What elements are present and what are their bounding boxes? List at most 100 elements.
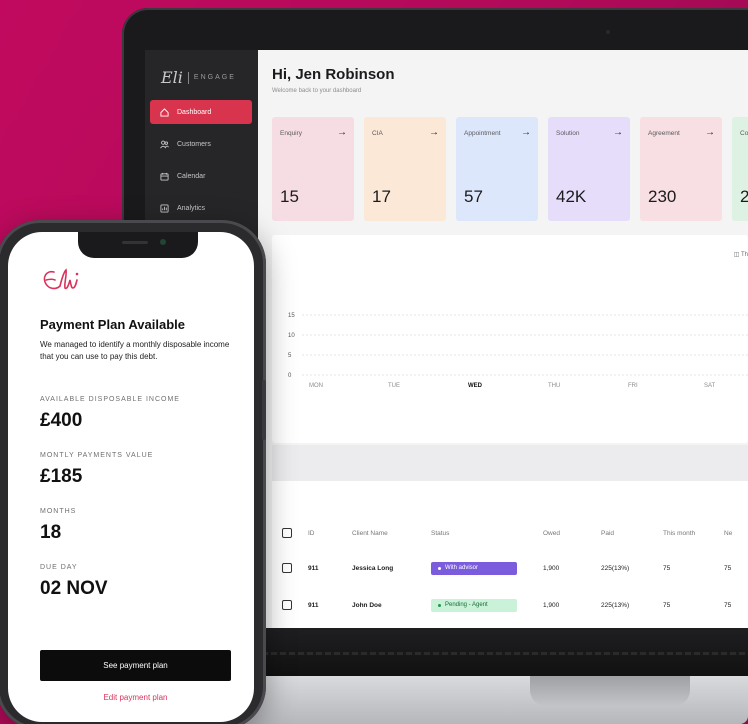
field-label: DUE DAY [40,564,78,571]
sidebar-item-calendar[interactable]: Calendar [150,164,252,188]
y-tick-label: 5 [288,353,292,359]
stat-card-value: 15 [280,187,299,206]
stat-cards: Enquiry → 15 CIA → 17 Appointment → 57 S… [272,117,748,221]
stat-card-value: 57 [464,187,483,206]
status-badge-label: Pending - Agent [445,602,488,608]
arrow-right-icon[interactable]: → [705,127,715,138]
col-status[interactable]: Status [431,530,449,537]
field-value: £400 [40,410,83,431]
field-label: MONTLY PAYMENTS VALUE [40,452,154,459]
table-row[interactable]: 911 John Doe Pending - Agent 1,900 225(1… [272,595,748,615]
stat-card-label: Co [740,130,748,137]
sidebar-nav: Dashboard Customers Calendar Analytics [150,100,252,228]
sidebar-item-label: Customers [177,140,211,148]
stat-card-value: 2 [740,187,748,206]
stat-card-completed[interactable]: Co 2 [732,117,748,221]
engage-logo[interactable]: Eli ENGAGE [161,68,236,87]
logo-script: Eli [161,68,183,87]
sidebar-item-customers[interactable]: Customers [150,132,252,156]
sidebar-item-dashboard[interactable]: Dashboard [150,100,252,124]
col-id[interactable]: ID [308,530,315,537]
laptop-base [190,676,748,724]
activity-chart: 15 10 5 0 MON TUE WED THU FRI SAT [288,313,748,389]
row-checkbox[interactable] [282,600,292,610]
see-payment-plan-button[interactable]: See payment plan [40,650,231,681]
sidebar-item-analytics[interactable]: Analytics [150,196,252,220]
phone-notch [78,232,198,258]
sidebar-item-label: Dashboard [177,108,212,116]
stat-card-value: 17 [372,187,391,206]
sidebar-item-label: Calendar [177,172,206,180]
x-tick-label: THU [548,383,560,389]
status-badge: With advisor [431,561,517,575]
cell-this-month: 75 [663,601,671,609]
stat-card-label: CIA [372,130,383,137]
activity-chart-panel: ◫ Th 15 10 5 0 MON TUE WED THU FRI SAT [272,235,748,443]
stat-card-label: Agreement [648,130,680,137]
eli-logo [40,266,88,303]
select-all-checkbox[interactable] [282,528,292,538]
table-row[interactable]: 911 Jessica Long With advisor 1,900 225(… [272,558,748,578]
col-next[interactable]: Ne [724,530,732,537]
y-tick-label: 0 [288,373,292,379]
stat-card-enquiry[interactable]: Enquiry → 15 [272,117,354,221]
col-paid[interactable]: Paid [601,530,614,537]
cell-this-month: 75 [663,564,671,572]
stat-card-label: Enquiry [280,130,303,137]
cell-next: 75 [724,601,732,609]
field-label: AVAILABLE DISPOSABLE INCOME [40,396,180,403]
page-subtitle: Welcome back to your dashboard [272,88,362,94]
cell-owed: 1,900 [543,564,560,572]
arrow-right-icon[interactable]: → [521,127,531,138]
col-this-month[interactable]: This month [663,530,695,537]
analytics-icon [160,203,169,213]
col-owed[interactable]: Owed [543,530,560,537]
table-toolbar [272,445,748,481]
x-tick-label: FRI [628,383,638,389]
edit-payment-plan-link[interactable]: Edit payment plan [40,693,231,702]
field-value: £185 [40,466,83,487]
stat-card-label: Appointment [464,130,501,137]
phone-screen: Payment Plan Available We managed to ide… [8,232,254,722]
cell-id: 911 [308,564,319,572]
field-label: MONTHS [40,508,77,515]
stat-card-appointment[interactable]: Appointment → 57 [456,117,538,221]
payment-plan-description: We managed to identify a monthly disposa… [40,340,230,361]
stat-card-agreement[interactable]: Agreement → 230 [640,117,722,221]
col-client-name[interactable]: Client Name [352,530,388,537]
arrow-right-icon[interactable]: → [613,127,623,138]
stat-card-solution[interactable]: Solution → 42K [548,117,630,221]
status-badge: Pending - Agent [431,598,517,612]
arrow-right-icon[interactable]: → [337,127,347,138]
payment-plan-title: Payment Plan Available [40,317,185,332]
calendar-icon [160,172,169,181]
phone-side-button [262,380,266,440]
status-badge-label: With advisor [445,565,479,571]
cell-owed: 1,900 [543,601,560,609]
sidebar-item-label: Analytics [177,204,206,212]
cell-client-name[interactable]: Jessica Long [352,565,393,572]
arrow-right-icon[interactable]: → [429,127,439,138]
greeting: Hi, Jen Robinson Welcome back to your da… [272,66,395,94]
stat-card-label: Solution [556,130,580,137]
page-title: Hi, Jen Robinson [272,66,395,83]
phone-frame: Payment Plan Available We managed to ide… [0,220,266,724]
cell-client-name[interactable]: John Doe [352,602,382,609]
cell-paid: 225(13%) [601,564,630,572]
y-tick-label: 15 [288,313,295,319]
x-tick-label: TUE [388,383,400,389]
field-value: 18 [40,522,62,543]
x-tick-label: WED [468,383,483,389]
cell-paid: 225(13%) [601,601,630,609]
x-tick-label: MON [309,383,323,389]
stat-card-value: 230 [648,187,677,206]
row-checkbox[interactable] [282,563,292,573]
dashboard-main: Hi, Jen Robinson Welcome back to your da… [258,50,748,628]
logo-engage: ENGAGE [193,74,236,81]
laptop-camera [606,30,610,34]
y-tick-label: 10 [288,333,295,339]
stat-card-cia[interactable]: CIA → 17 [364,117,446,221]
field-value: 02 NOV [40,578,108,599]
cell-id: 911 [308,601,319,609]
stat-card-value: 42K [556,187,587,206]
